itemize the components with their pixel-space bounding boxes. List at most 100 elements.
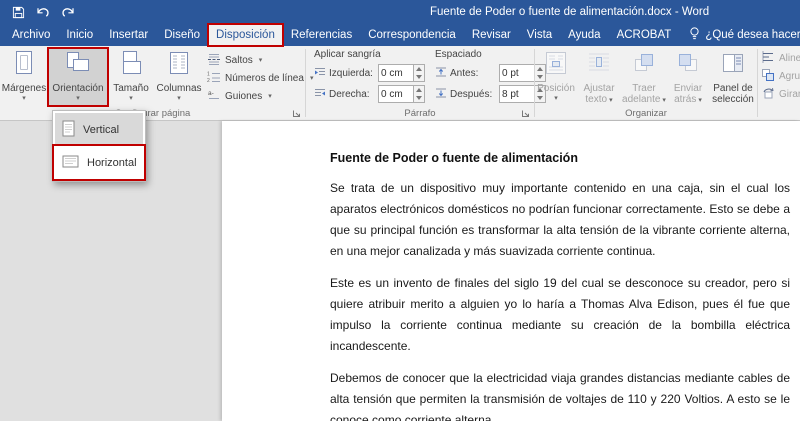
tell-me-label: ¿Qué desea hacer? <box>705 29 800 41</box>
tab-insertar[interactable]: Insertar <box>101 24 156 46</box>
indent-column: Aplicar sangría Izquierda: Derecha: <box>314 49 425 106</box>
group-label-text: Organizar <box>625 107 667 119</box>
position-button[interactable]: Posición ▾ <box>535 48 577 106</box>
chevron-down-icon: ▾ <box>698 97 702 104</box>
wrap-text-button[interactable]: Ajustar texto ▾ <box>577 48 621 106</box>
bring-forward-text: Traer adelante <box>622 83 661 105</box>
chevron-down-icon: ▾ <box>22 95 26 102</box>
indent-right-label: Derecha: <box>329 88 370 100</box>
spacing-column: Espaciado Antes: Después: <box>435 49 546 106</box>
indent-right-row: Derecha: <box>314 85 425 103</box>
align-label: Aline <box>779 52 800 64</box>
undo-icon[interactable] <box>34 3 52 21</box>
bring-forward-button[interactable]: Traer adelante ▾ <box>621 48 667 106</box>
group-configurar-pagina-content: Márgenes ▾ Orientación ▾ Tamaño ▾ Column… <box>0 46 313 107</box>
save-icon[interactable] <box>9 3 27 21</box>
group-label-organizar: Organizar <box>535 106 757 120</box>
tell-me-box[interactable]: ¿Qué desea hacer? <box>679 24 800 46</box>
indent-right-icon <box>314 88 326 101</box>
spacing-before-input[interactable] <box>499 64 535 82</box>
group-objects-label: Agrup <box>779 70 800 82</box>
tab-disposicion-label: Disposición <box>216 29 275 41</box>
selection-pane-label: Panel de selección <box>712 83 754 105</box>
indent-left-label: Izquierda: <box>329 67 373 79</box>
rotate-button[interactable]: Girar <box>758 86 800 102</box>
menu-item-vertical[interactable]: Vertical <box>55 113 143 146</box>
indent-right-spinner <box>414 85 425 103</box>
spinner-down-icon[interactable] <box>414 73 424 81</box>
align-button[interactable]: Aline <box>758 50 800 66</box>
size-button[interactable]: Tamaño ▾ <box>108 48 154 106</box>
tab-archivo[interactable]: Archivo <box>4 24 58 46</box>
quick-access-toolbar <box>0 3 77 21</box>
menu-item-horizontal[interactable]: Horizontal <box>52 144 146 181</box>
group-label-parrafo: Párrafo <box>306 106 534 120</box>
wrap-text-icon <box>586 50 612 81</box>
group-objects-button[interactable]: Agrup <box>758 68 800 84</box>
orientation-menu: Vertical Horizontal <box>52 110 146 182</box>
group-label-text: Párrafo <box>404 107 436 119</box>
hyphenation-button[interactable]: a- Guiones ▾ <box>204 88 316 104</box>
group-label-configurar-pagina: Configurar página <box>0 106 305 120</box>
tab-correspondencia[interactable]: Correspondencia <box>360 24 464 46</box>
page[interactable]: Fuente de Poder o fuente de alimentación… <box>222 121 800 421</box>
chevron-down-icon: ▾ <box>177 95 181 102</box>
group-organizar-content: Posición ▾ Ajustar texto ▾ Traer adelante… <box>535 46 757 106</box>
dialog-launcher-icon[interactable] <box>290 107 302 119</box>
size-label: Tamaño <box>113 83 149 94</box>
document-paragraph: Este es un invento de finales del siglo … <box>330 276 790 353</box>
redo-icon[interactable] <box>59 3 77 21</box>
tab-ayuda[interactable]: Ayuda <box>560 24 608 46</box>
window-title: Fuente de Poder o fuente de alimentación… <box>430 6 710 18</box>
rotate-icon <box>761 86 775 103</box>
menu-item-horizontal-label: Horizontal <box>87 156 137 169</box>
tab-revisar[interactable]: Revisar <box>464 24 519 46</box>
group-objects-icon <box>761 68 775 85</box>
breaks-label: Saltos <box>225 54 253 66</box>
spinner-up-icon[interactable] <box>414 86 424 94</box>
send-backward-button[interactable]: Enviar atrás ▾ <box>667 48 709 106</box>
breaks-button[interactable]: Saltos ▾ <box>204 52 316 68</box>
ribbon-tab-row: Archivo Inicio Insertar Diseño Disposici… <box>0 23 800 47</box>
dialog-launcher-icon[interactable] <box>519 107 531 119</box>
position-icon <box>543 50 569 81</box>
portrait-page-icon <box>62 120 75 140</box>
indent-right-input[interactable] <box>378 85 414 103</box>
document-heading: Fuente de Poder o fuente de alimentación <box>330 151 578 165</box>
spacing-after-label: Después: <box>450 88 493 100</box>
orientation-button[interactable]: Orientación ▾ <box>47 47 109 107</box>
line-numbers-label: Números de línea <box>225 72 304 84</box>
selection-pane-button[interactable]: Panel de selección <box>709 48 757 106</box>
line-numbers-icon: 12 <box>207 70 221 87</box>
page-setup-small-buttons: Saltos ▾ 12 Números de línea ▾ a- Guione… <box>204 48 316 104</box>
word-window: Fuente de Poder o fuente de alimentación… <box>0 0 800 421</box>
tab-acrobat[interactable]: ACROBAT <box>609 24 680 46</box>
chevron-down-icon: ▾ <box>609 97 613 104</box>
send-backward-label: Enviar atrás ▾ <box>668 83 708 106</box>
tab-diseno[interactable]: Diseño <box>156 24 208 46</box>
page-break-icon <box>207 52 221 69</box>
chevron-down-icon: ▾ <box>258 57 263 64</box>
group-parrafo: Aplicar sangría Izquierda: Derecha: <box>306 46 546 120</box>
tab-disposicion[interactable]: Disposición <box>207 23 284 47</box>
chevron-down-icon: ▾ <box>129 95 133 102</box>
svg-text:a-: a- <box>208 90 214 97</box>
columns-button[interactable]: Columnas ▾ <box>154 48 204 106</box>
wrap-text-label: Ajustar texto ▾ <box>578 83 620 106</box>
spacing-after-input[interactable] <box>499 85 535 103</box>
selection-pane-icon <box>720 50 746 81</box>
spinner-up-icon[interactable] <box>414 65 424 73</box>
indent-left-input[interactable] <box>378 64 414 82</box>
tab-inicio[interactable]: Inicio <box>58 24 101 46</box>
indent-left-icon <box>314 67 326 80</box>
line-numbers-button[interactable]: 12 Números de línea ▾ <box>204 70 316 86</box>
chevron-down-icon: ▾ <box>76 95 80 102</box>
spacing-before-row: Antes: <box>435 64 546 82</box>
tab-referencias[interactable]: Referencias <box>283 24 360 46</box>
tab-vista[interactable]: Vista <box>519 24 560 46</box>
spinner-down-icon[interactable] <box>414 94 424 102</box>
chevron-down-icon: ▾ <box>268 93 272 100</box>
orientation-label: Orientación <box>52 83 104 94</box>
margins-button[interactable]: Márgenes ▾ <box>0 48 48 106</box>
size-icon <box>119 50 143 81</box>
